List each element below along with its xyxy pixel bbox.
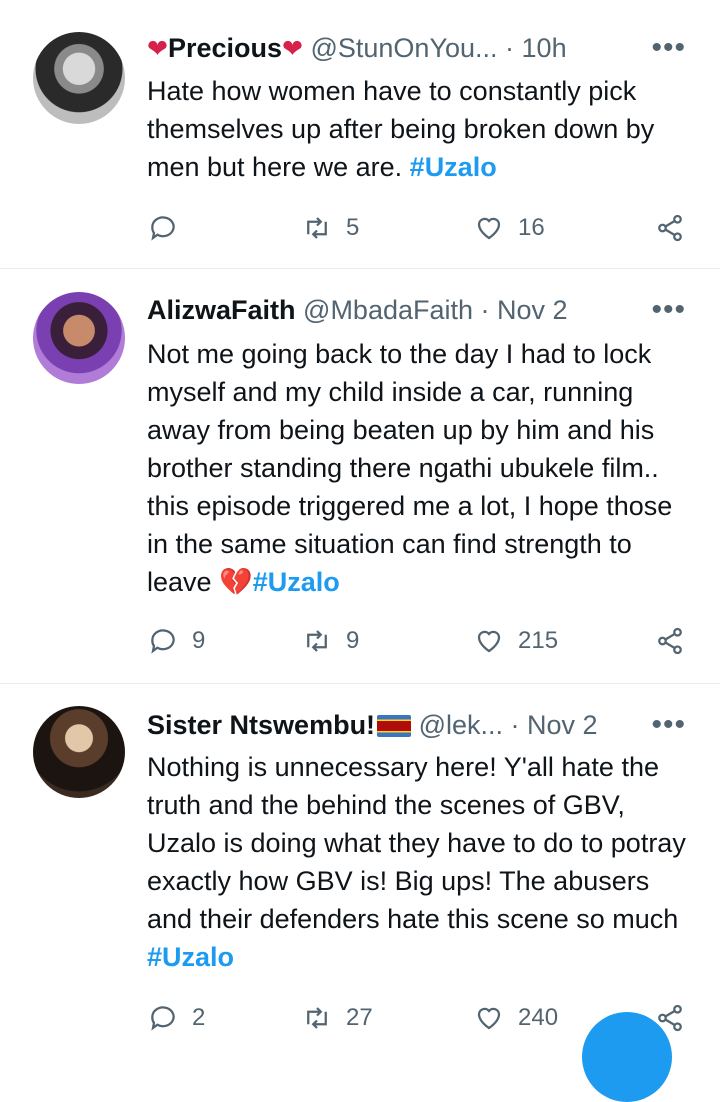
action-bar: 5 16 — [0, 208, 720, 248]
handle[interactable]: @MbadaFaith — [303, 295, 473, 325]
tweet-header: ❤Precious❤ @StunOnYou... · 10h — [147, 28, 700, 68]
tweet-body: Nothing is unnecessary here! Y'all hate … — [147, 752, 686, 934]
reply-icon — [151, 216, 175, 241]
heart-icon — [477, 217, 501, 240]
display-name[interactable]: AlizwaFaith — [147, 295, 296, 325]
display-name[interactable]: Sister Ntswembu! — [147, 710, 375, 740]
like-count: 215 — [518, 627, 559, 654]
hashtag-link[interactable]: #Uzalo — [147, 942, 234, 972]
like-count: 16 — [518, 214, 545, 241]
more-horizontal-icon[interactable]: ••• — [651, 705, 686, 745]
heart-emoji-icon: ❤ — [147, 35, 168, 63]
tweet-body: Not me going back to the day I had to lo… — [147, 339, 673, 597]
compose-tweet-button[interactable] — [582, 1012, 672, 1102]
reply-icon — [151, 629, 175, 654]
retweet-icon — [307, 630, 327, 652]
tweet-header: Sister Ntswembu! @lek... · Nov 2 — [147, 705, 700, 745]
tweet-text: Nothing is unnecessary here! Y'all hate … — [147, 748, 692, 976]
hashtag-link[interactable]: #Uzalo — [253, 567, 340, 597]
hashtag-link[interactable]: #Uzalo — [410, 152, 497, 182]
tweet-text: Hate how women have to constantly pick t… — [147, 72, 692, 186]
tweet-1[interactable]: ❤Precious❤ @StunOnYou... · 10h ••• Hate … — [0, 0, 720, 269]
heart-icon — [477, 1007, 501, 1030]
more-horizontal-icon[interactable]: ••• — [651, 28, 686, 68]
handle[interactable]: @StunOnYou... — [310, 33, 497, 63]
heart-icon — [477, 630, 501, 653]
retweet-count: 27 — [346, 1004, 373, 1031]
share-icon — [658, 627, 682, 655]
reply-button[interactable]: 2 — [148, 998, 205, 1038]
action-bar: 9 9 215 — [0, 621, 720, 661]
eswatini-flag-icon — [377, 715, 412, 737]
reply-button[interactable] — [148, 208, 192, 248]
like-button[interactable]: 215 — [474, 621, 558, 661]
timestamp[interactable]: · Nov 2 — [481, 295, 568, 325]
retweet-button[interactable]: 27 — [302, 998, 373, 1038]
like-button[interactable]: 16 — [474, 208, 545, 248]
like-count: 240 — [518, 1004, 559, 1031]
share-button[interactable] — [655, 208, 685, 248]
heart-emoji-icon: ❤ — [282, 35, 303, 63]
reply-count: 9 — [192, 627, 206, 654]
tweet-2[interactable]: AlizwaFaith @MbadaFaith · Nov 2 ••• Not … — [0, 269, 720, 684]
tweet-text: Not me going back to the day I had to lo… — [147, 335, 692, 601]
tweet-body: Hate how women have to constantly pick t… — [147, 76, 655, 182]
avatar[interactable] — [33, 32, 125, 124]
handle[interactable]: @lek... — [419, 710, 503, 740]
retweet-icon — [307, 1007, 327, 1029]
retweet-count: 5 — [346, 214, 360, 241]
share-icon — [658, 214, 682, 242]
timestamp[interactable]: · 10h — [505, 33, 567, 63]
retweet-count: 9 — [346, 627, 360, 654]
share-button[interactable] — [655, 621, 685, 661]
retweet-icon — [307, 217, 327, 239]
avatar[interactable] — [33, 706, 125, 798]
reply-button[interactable]: 9 — [148, 621, 205, 661]
retweet-button[interactable]: 5 — [302, 208, 359, 248]
display-name[interactable]: Precious — [168, 33, 282, 63]
reply-count: 2 — [192, 1004, 206, 1031]
tweet-header: AlizwaFaith @MbadaFaith · Nov 2 — [147, 290, 700, 330]
like-button[interactable]: 240 — [474, 998, 558, 1038]
avatar[interactable] — [33, 292, 125, 384]
reply-icon — [151, 1006, 175, 1031]
timestamp[interactable]: · Nov 2 — [511, 710, 598, 740]
more-horizontal-icon[interactable]: ••• — [651, 290, 686, 330]
retweet-button[interactable]: 9 — [302, 621, 359, 661]
broken-heart-emoji-icon: 💔 — [219, 567, 253, 597]
tweet-3[interactable]: Sister Ntswembu! @lek... · Nov 2 ••• Not… — [0, 684, 720, 1038]
